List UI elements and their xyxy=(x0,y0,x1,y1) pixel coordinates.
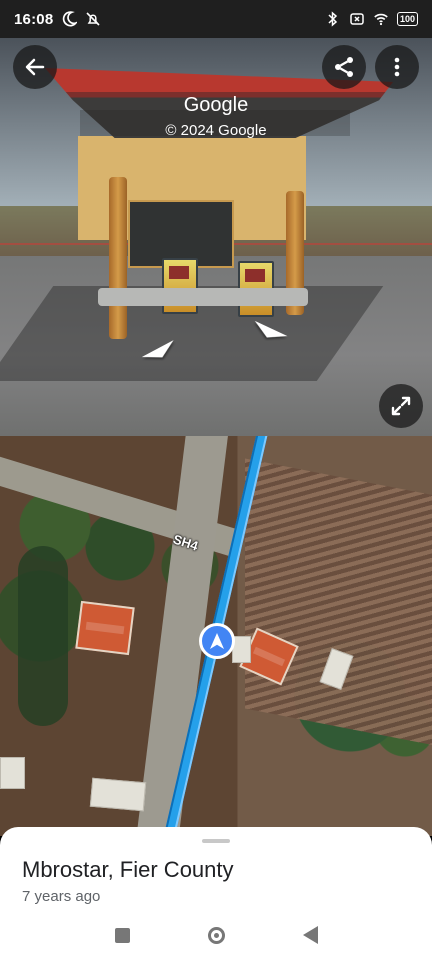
navigation-arrow-icon xyxy=(210,633,224,649)
drag-handle[interactable] xyxy=(202,839,230,843)
more-options-button[interactable] xyxy=(375,45,419,89)
moon-icon xyxy=(63,11,78,27)
status-left: 16:08 xyxy=(14,11,101,28)
recents-icon xyxy=(114,927,130,943)
pump-island xyxy=(98,288,308,306)
white-building-4 xyxy=(0,757,25,789)
capture-date: 7 years ago xyxy=(22,888,101,905)
status-right: 100 xyxy=(325,11,418,27)
white-building-3 xyxy=(89,777,147,812)
farm-field xyxy=(245,458,432,748)
share-icon xyxy=(335,57,353,77)
home-button[interactable] xyxy=(205,924,227,946)
street-view-title: Google xyxy=(183,94,249,116)
satellite-map[interactable]: SH4 xyxy=(0,436,432,836)
bluetooth-icon xyxy=(328,11,338,27)
current-location-marker[interactable] xyxy=(199,623,235,659)
arrow-left-icon xyxy=(25,58,45,76)
back-icon xyxy=(302,926,318,944)
status-bar: 16:08 100 xyxy=(0,0,432,38)
battery-icon: 100 xyxy=(396,12,418,26)
notifications-off-icon xyxy=(86,12,100,26)
recents-button[interactable] xyxy=(111,924,133,946)
back-button[interactable] xyxy=(13,45,57,89)
status-time: 16:08 xyxy=(14,10,54,28)
more-vertical-icon xyxy=(394,57,400,77)
close-box-icon xyxy=(350,13,364,25)
canopy-pillar-left xyxy=(109,177,127,339)
share-button[interactable] xyxy=(322,45,366,89)
expand-icon xyxy=(391,396,411,416)
tree-line xyxy=(18,546,68,726)
back-button[interactable] xyxy=(299,924,321,946)
wifi-icon xyxy=(374,13,388,26)
street-view-copyright: © 2024 Google xyxy=(165,122,267,139)
place-name: Mbrostar, Fier County xyxy=(22,857,234,882)
street-view-image[interactable]: Google © 2024 Google xyxy=(0,38,432,436)
house-roof-left xyxy=(75,600,135,656)
android-navigation-bar xyxy=(0,910,432,960)
expand-button[interactable] xyxy=(379,384,423,428)
home-icon xyxy=(207,926,225,944)
